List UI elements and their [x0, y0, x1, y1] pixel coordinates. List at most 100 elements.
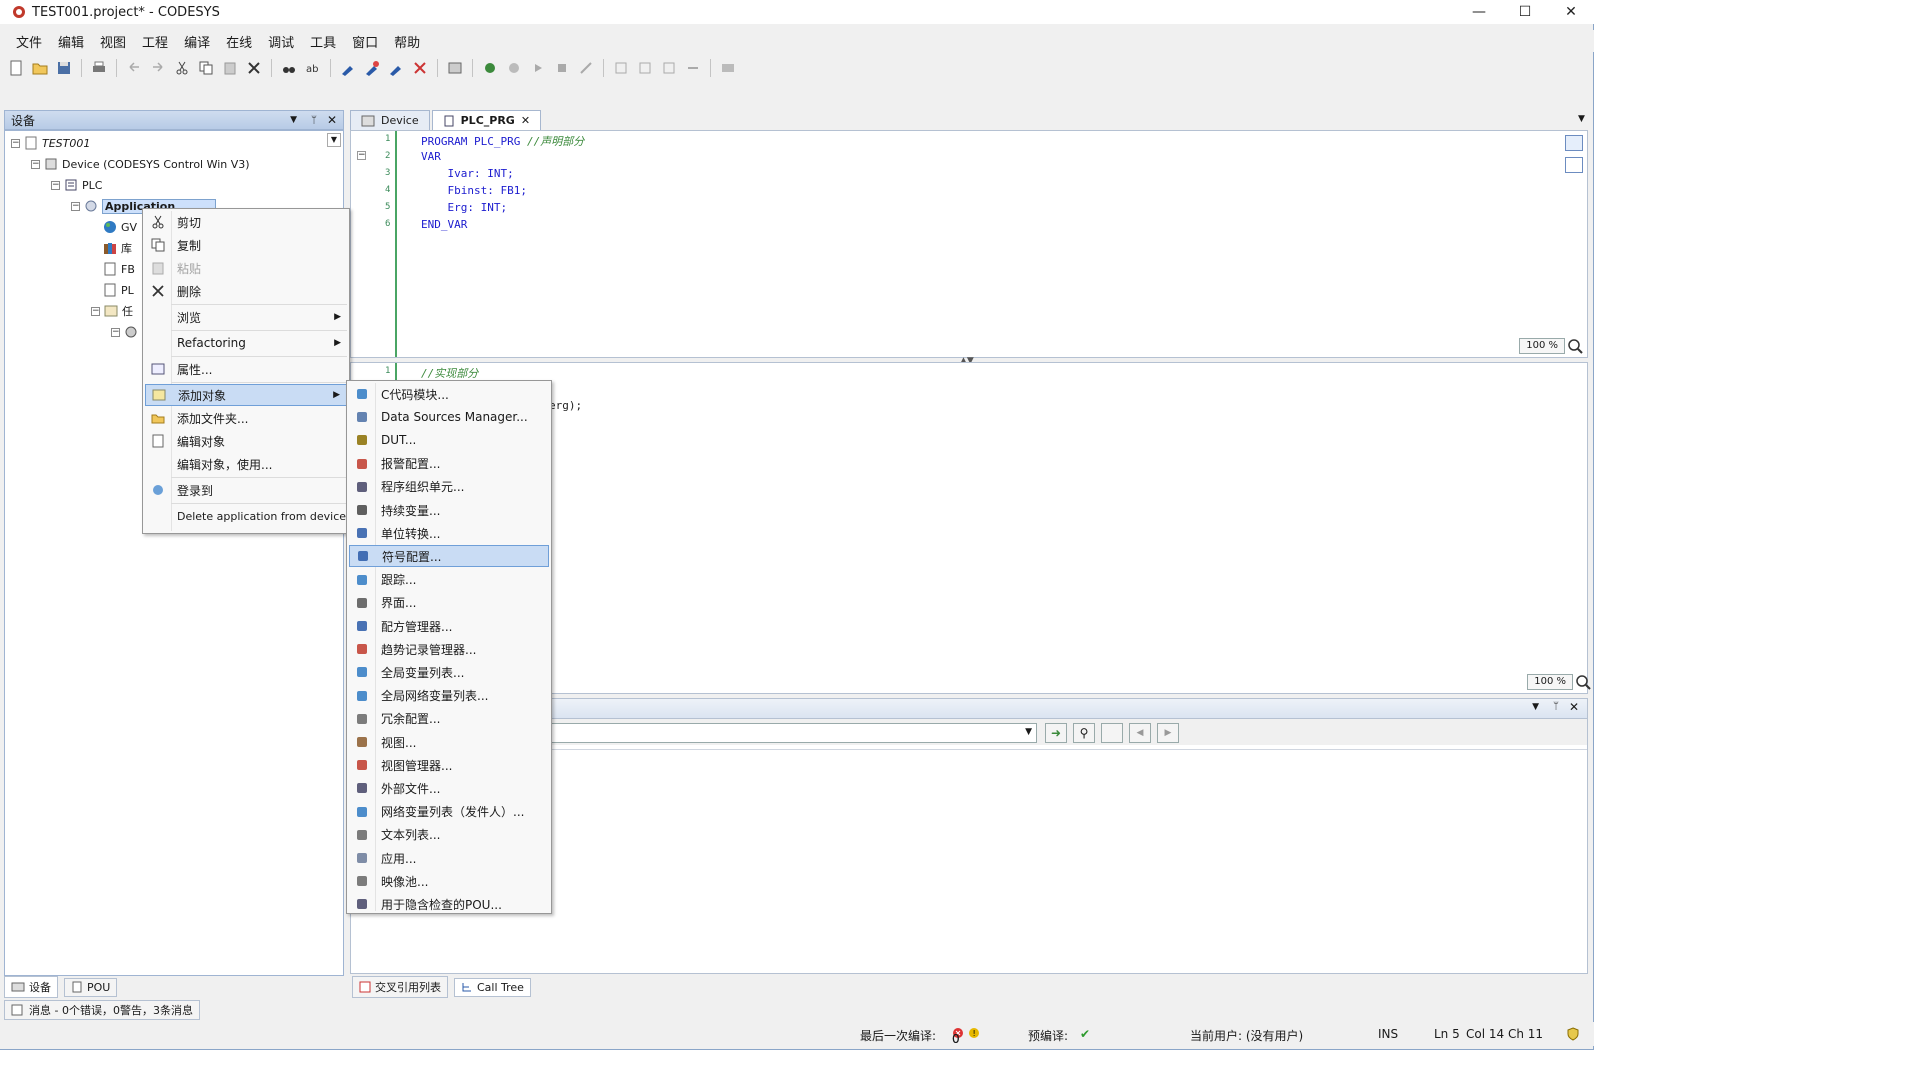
menu-window[interactable]: 窗口	[344, 30, 386, 53]
step-into-icon[interactable]	[635, 58, 655, 78]
copy-icon[interactable]	[196, 58, 216, 78]
zoom-level-bottom[interactable]: 100 %	[1527, 674, 1573, 690]
menu-item-delete-application[interactable]: Delete application from device	[145, 505, 347, 527]
menu-item-add-folder[interactable]: 添加文件夹...	[145, 407, 347, 429]
tree-node-main-task[interactable]: −	[111, 322, 142, 342]
previous-icon[interactable]: ◀	[1129, 723, 1151, 743]
submenu-item[interactable]: 跟踪...	[349, 569, 549, 591]
submenu-item[interactable]: 符号配置...	[349, 545, 549, 568]
menu-item-copy[interactable]: 复制	[145, 234, 347, 256]
submenu-item[interactable]: 映像池...	[349, 870, 549, 892]
precompile-ok-icon[interactable]: ✔	[1080, 1027, 1090, 1041]
submenu-item[interactable]: 持续变量...	[349, 499, 549, 521]
tab-pou[interactable]: POU	[64, 977, 118, 997]
clean-icon[interactable]	[386, 58, 406, 78]
tree-node-gvl[interactable]: GV	[103, 217, 137, 237]
start-icon[interactable]	[528, 58, 548, 78]
tree-node-plc-prg[interactable]: PL	[103, 280, 134, 300]
submenu-item[interactable]: 程序组织单元...	[349, 476, 549, 498]
menu-item-login[interactable]: 登录到	[145, 479, 347, 501]
menu-item-edit-object[interactable]: 编辑对象	[145, 430, 347, 452]
tree-node-plc[interactable]: − PLC	[51, 175, 102, 195]
zoom-control-bottom[interactable]: 100 %	[1527, 673, 1591, 691]
menu-edit[interactable]: 编辑	[50, 30, 92, 53]
menu-item-properties[interactable]: 属性...	[145, 358, 347, 380]
logout-icon[interactable]	[504, 58, 524, 78]
zoom-control-top[interactable]: 100 %	[1519, 337, 1583, 355]
submenu-item[interactable]: 冗余配置...	[349, 708, 549, 730]
zoom-level-top[interactable]: 100 %	[1519, 338, 1565, 354]
tab-devices[interactable]: 设备	[4, 976, 58, 998]
menu-item-add-object[interactable]: 添加对象 ▶	[145, 384, 347, 406]
message-bar[interactable]: 消息 - 0个错误，0警告，3条消息	[4, 1000, 200, 1020]
submenu-item[interactable]: 界面...	[349, 592, 549, 614]
submenu-item[interactable]: 应用...	[349, 847, 549, 869]
submenu-item[interactable]: 文本列表...	[349, 824, 549, 846]
undo-icon[interactable]	[124, 58, 144, 78]
tab-device[interactable]: Device	[350, 110, 430, 130]
paste-icon[interactable]	[220, 58, 240, 78]
menu-item-delete[interactable]: 删除	[145, 280, 347, 302]
write-values-icon[interactable]	[718, 58, 738, 78]
maximize-button[interactable]: ☐	[1502, 0, 1548, 24]
cross-ref-combo[interactable]: ▼	[551, 723, 1037, 743]
rebuild-icon[interactable]	[362, 58, 382, 78]
panel-close-icon[interactable]: ✕	[1569, 700, 1579, 714]
menu-item-refactoring[interactable]: Refactoring ▶	[145, 332, 347, 354]
submenu-item[interactable]: 配方管理器...	[349, 615, 549, 637]
submenu-item[interactable]: 报警配置...	[349, 453, 549, 475]
menu-file[interactable]: 文件	[8, 30, 50, 53]
new-project-icon[interactable]	[6, 58, 26, 78]
submenu-item[interactable]: Data Sources Manager...	[349, 406, 549, 428]
tree-node-task[interactable]: − 任	[91, 301, 133, 321]
menu-tools[interactable]: 工具	[302, 30, 344, 53]
delete-icon[interactable]	[244, 58, 264, 78]
menu-project[interactable]: 工程	[134, 30, 176, 53]
run-to-cursor-icon[interactable]	[683, 58, 703, 78]
menu-item-browse[interactable]: 浏览 ▶	[145, 306, 347, 328]
tree-node-device[interactable]: − Device (CODESYS Control Win V3)	[31, 154, 250, 174]
zoom-icon[interactable]	[1575, 674, 1591, 690]
panel-pin-icon[interactable]: ᛘ	[311, 115, 317, 126]
redo-icon[interactable]	[148, 58, 168, 78]
fold-toggle-icon[interactable]: −	[357, 151, 366, 160]
tree-node-library[interactable]: 库	[103, 238, 132, 258]
stop-icon[interactable]	[552, 58, 572, 78]
tree-dropdown-button[interactable]: ▼	[327, 133, 341, 147]
menu-item-cut[interactable]: 剪切	[145, 211, 347, 233]
tab-plc-prg[interactable]: PLC_PRG ✕	[431, 110, 542, 130]
menu-online[interactable]: 在线	[218, 30, 260, 53]
next-icon[interactable]: ▶	[1157, 723, 1179, 743]
zoom-icon[interactable]	[1567, 338, 1583, 354]
panel-dropdown-icon[interactable]: ▼	[1532, 702, 1539, 712]
panel-dropdown-icon[interactable]: ▼	[290, 115, 297, 125]
device-icon[interactable]	[445, 58, 465, 78]
menu-item-edit-object-with[interactable]: 编辑对象，使用...	[145, 453, 347, 475]
textual-view-icon[interactable]	[1565, 135, 1583, 151]
login-icon[interactable]	[480, 58, 500, 78]
panel-close-icon[interactable]: ✕	[327, 113, 337, 127]
reset-icon[interactable]	[576, 58, 596, 78]
close-window-button[interactable]: ✕	[1548, 0, 1594, 24]
step-over-icon[interactable]	[611, 58, 631, 78]
menu-build[interactable]: 编译	[176, 30, 218, 53]
tab-close-icon[interactable]: ✕	[521, 114, 530, 127]
declaration-editor[interactable]: − 1 PROGRAM PLC_PRG //声明部分 2 VAR 3 Ivar:…	[350, 130, 1588, 358]
chevron-down-icon[interactable]: ▼	[1025, 727, 1032, 737]
editor-dropdown-icon[interactable]: ▼	[1578, 114, 1585, 124]
submenu-item[interactable]: 网络变量列表（发件人）...	[349, 801, 549, 823]
menu-debug[interactable]: 调试	[260, 30, 302, 53]
menu-help[interactable]: 帮助	[386, 30, 428, 53]
tree-node-project[interactable]: − TEST001	[11, 133, 90, 153]
submenu-item[interactable]: 全局变量列表...	[349, 661, 549, 683]
step-out-icon[interactable]	[659, 58, 679, 78]
minimize-button[interactable]: —	[1456, 0, 1502, 24]
tab-cross-reference[interactable]: 交叉引用列表	[352, 976, 448, 998]
build-icon[interactable]	[338, 58, 358, 78]
open-project-icon[interactable]	[30, 58, 50, 78]
save-icon[interactable]	[54, 58, 74, 78]
panel-pin-icon[interactable]: ᛘ	[1553, 701, 1559, 712]
submenu-item[interactable]: 单位转换...	[349, 522, 549, 544]
replace-icon[interactable]: ab	[303, 58, 323, 78]
find-icon[interactable]	[279, 58, 299, 78]
